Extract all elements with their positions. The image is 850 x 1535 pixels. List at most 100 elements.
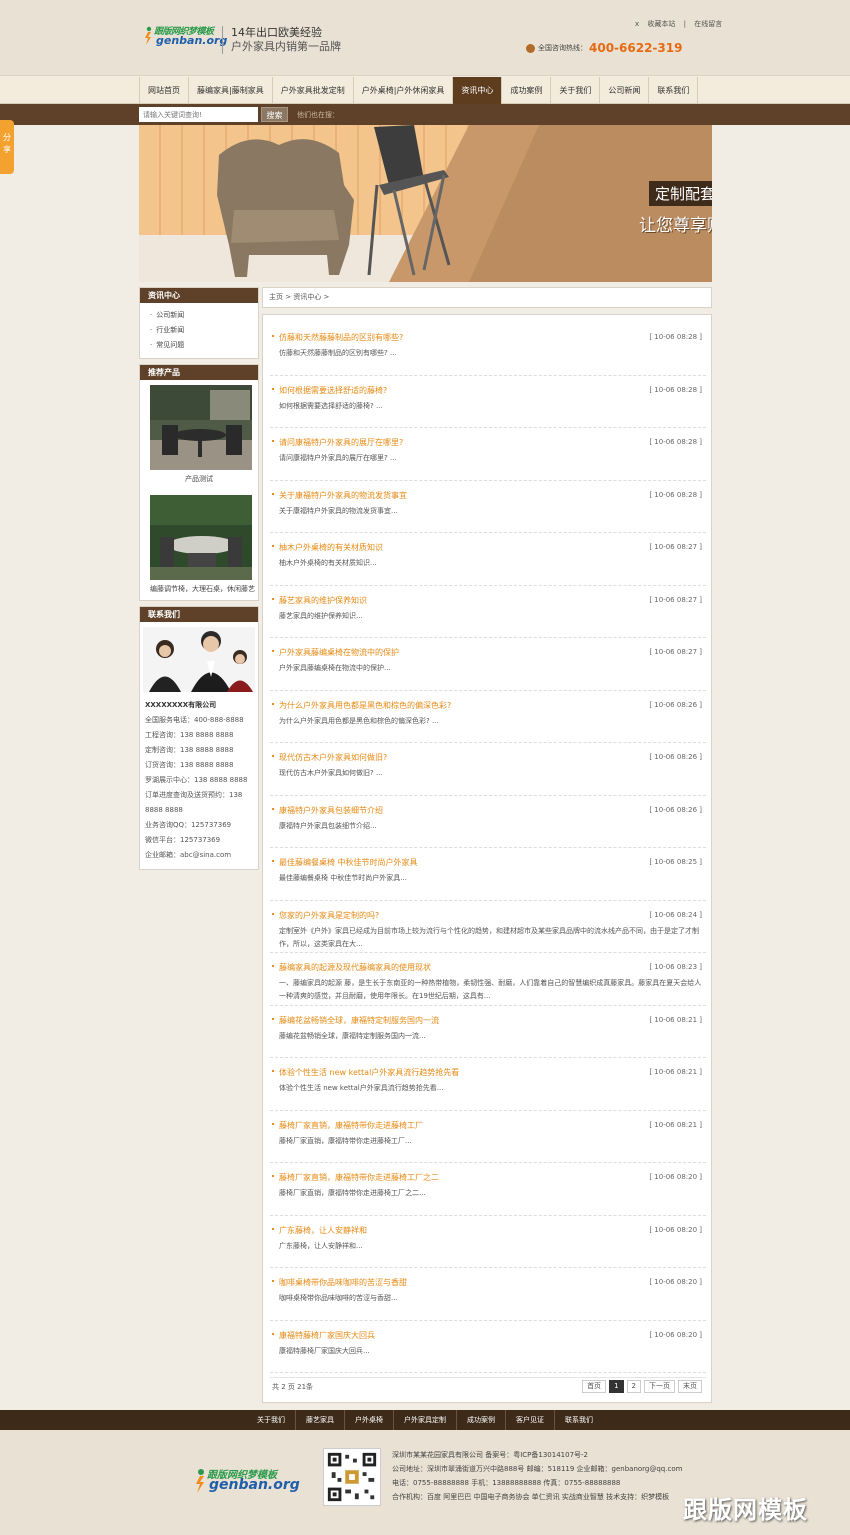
search-button[interactable]: 搜索 <box>261 107 288 122</box>
footer-link-cases[interactable]: 成功案例 <box>457 1410 506 1430</box>
contact-line: 罗湖展示中心：138 8888 8888 <box>145 776 248 784</box>
share-tab[interactable]: 分享 <box>0 120 14 174</box>
nav-item-company-news[interactable]: 公司新闻 <box>600 77 650 104</box>
article-title-link[interactable]: 户外家具藤编桌椅在物流中的保护 <box>279 647 399 658</box>
article-summary: 藤编花盆畅销全球，康福特定制服务国内一流... <box>279 1031 426 1040</box>
article-title-link[interactable]: 藤椅厂家直销，康福特带你走进藤椅工厂之二 <box>279 1172 439 1183</box>
search-bar: 搜索 他们也在搜： <box>0 104 850 125</box>
article-title-link[interactable]: 仿藤和天然藤藤制品的区别有哪些? <box>279 332 403 343</box>
sidebar-item-faq[interactable]: 常见问题 <box>150 338 258 353</box>
bullet-icon <box>272 387 274 390</box>
bullet-icon <box>272 1122 274 1125</box>
article-date: [ 10-06 08:26 ] <box>649 700 702 709</box>
sidebar-item-industry-news[interactable]: 行业新闻 <box>150 323 258 338</box>
bullet-icon <box>272 755 274 757</box>
footer-link-about[interactable]: 关于我们 <box>247 1410 296 1430</box>
article-date: [ 10-06 08:26 ] <box>649 805 702 814</box>
page-button-1[interactable]: 1 <box>609 1380 624 1393</box>
first-page-button[interactable]: 首页 <box>582 1380 607 1393</box>
last-page-button[interactable]: 末页 <box>678 1380 702 1393</box>
bullet-icon <box>272 1227 274 1230</box>
bullet-icon <box>272 1175 274 1177</box>
bullet-icon <box>272 1280 274 1282</box>
article-title-link[interactable]: 广东藤椅，让人安静祥和 <box>279 1225 367 1236</box>
list-item: 体验个性生活 new kettal户外家具流行趋势抢先看 [ 10-06 08:2… <box>270 1058 706 1111</box>
footer-link-contact[interactable]: 联系我们 <box>555 1410 603 1430</box>
article-summary: 广东藤椅，让人安静祥和... <box>279 1241 363 1250</box>
article-title-link[interactable]: 最佳藤编餐桌椅 中秋佳节时尚户外家具 <box>279 857 418 868</box>
site-logo[interactable]: 跟版网织梦模板 genban.org <box>142 24 227 48</box>
footer-logo[interactable]: 跟版网织梦模板 genban.org <box>193 1466 300 1496</box>
article-title-link[interactable]: 如何根据需要选择舒适的藤椅? <box>279 385 387 396</box>
watermark: 跟版网模板 <box>683 1496 808 1524</box>
search-input[interactable] <box>139 107 258 122</box>
article-title-link[interactable]: 康福特户外家具包装细节介绍 <box>279 805 383 816</box>
logo-figure-icon <box>145 26 152 45</box>
article-title-link[interactable]: 您家的户外家具是定制的吗? <box>279 910 379 921</box>
footer-link-custom[interactable]: 户外家具定制 <box>394 1410 457 1430</box>
article-summary: 现代仿古木户外家具如何做旧? ... <box>279 769 383 777</box>
article-title-link[interactable]: 柚木户外桌椅的有关材质知识 <box>279 542 383 553</box>
footer-nav: 关于我们 藤艺家具 户外桌椅 户外家具定制 成功案例 客户见证 联系我们 <box>0 1410 850 1430</box>
footer-link-rattan[interactable]: 藤艺家具 <box>296 1410 345 1430</box>
article-title-link[interactable]: 藤椅厂家直销，康福特带你走进藤椅工厂 <box>279 1120 423 1131</box>
article-summary: 康福特户外家具包装细节介绍... <box>279 821 377 830</box>
article-summary: 体验个性生活 new kettal户外家具流行趋势抢先看... <box>279 1084 444 1092</box>
logo-text-en: genban.org <box>156 34 228 47</box>
product-caption[interactable]: 编藤调节椅，大理石桌，休闲藤艺 <box>150 582 255 596</box>
article-title-link[interactable]: 关于康福特户外家具的物流发货事宜 <box>279 490 407 501</box>
product-image[interactable] <box>150 495 252 580</box>
sidebar: 资讯中心 公司新闻 行业新闻 常见问题 推荐产品 产品测试 <box>139 287 259 875</box>
bookmark-link[interactable]: 收藏本站 <box>647 20 675 28</box>
nav-item-about[interactable]: 关于我们 <box>551 77 601 104</box>
article-title-link[interactable]: 藤艺家具的维护保养知识 <box>279 595 367 606</box>
list-item: 仿藤和天然藤藤制品的区别有哪些? [ 10-06 08:28 ] 仿藤和天然藤藤制品… <box>270 323 706 376</box>
phone-icon <box>526 43 535 53</box>
banner-subline: 让您尊享贴心服务！ <box>639 216 712 236</box>
close-icon[interactable]: x <box>635 20 639 28</box>
page-button-2[interactable]: 2 <box>626 1380 641 1393</box>
nav-item-home[interactable]: 网站首页 <box>139 77 189 104</box>
article-title-link[interactable]: 咖啡桌椅带你品味咖啡的苦涩与香甜 <box>279 1277 407 1288</box>
nav-item-contact[interactable]: 联系我们 <box>649 77 699 104</box>
guestbook-link[interactable]: 在线留言 <box>694 20 722 28</box>
article-date: [ 10-06 08:28 ] <box>649 438 702 446</box>
contact-info: XXXXXXXX有限公司 全国服务电话：400-888-8888 工程咨询：13… <box>140 698 258 869</box>
customer-service-image <box>143 627 255 692</box>
footer-link-testimonials[interactable]: 客户见证 <box>506 1410 555 1430</box>
article-title-link[interactable]: 请问康福特户外家具的展厅在哪里? <box>279 437 403 448</box>
list-item: 如何根据需要选择舒适的藤椅? [ 10-06 08:28 ] 如何根据需要选择舒适的… <box>270 376 706 428</box>
article-title-link[interactable]: 体验个性生活 new kettal户外家具流行趋势抢先看 <box>279 1067 459 1078</box>
product-caption[interactable]: 产品测试 <box>150 472 248 486</box>
footer-link-outdoor-tables[interactable]: 户外桌椅 <box>345 1410 394 1430</box>
nav-item-cases[interactable]: 成功案例 <box>502 77 552 104</box>
nav-item-outdoor-tables[interactable]: 户外桌椅|户外休闲家具 <box>354 77 454 104</box>
list-item: 藤编花盆畅销全球，康福特定制服务国内一流 [ 10-06 08:21 ] 藤编花盆畅… <box>270 1006 706 1058</box>
article-title-link[interactable]: 藤编花盆畅销全球，康福特定制服务国内一流 <box>279 1015 439 1026</box>
breadcrumb[interactable]: 主页 > 资讯中心 > <box>262 287 712 308</box>
nav-item-outdoor-wholesale[interactable]: 户外家具批发定制 <box>273 77 354 104</box>
article-title-link[interactable]: 藤编家具的起源及现代藤编家具的使用现状 <box>279 962 431 973</box>
main-nav: 网站首页 藤编家具|藤制家具 户外家具批发定制 户外桌椅|户外休闲家具 资讯中心… <box>0 77 850 104</box>
product-image[interactable] <box>150 385 252 470</box>
nav-item-rattan-furniture[interactable]: 藤编家具|藤制家具 <box>189 77 273 104</box>
product-card[interactable]: 产品测试 <box>140 380 258 486</box>
list-item: 广东藤椅，让人安静祥和 [ 10-06 08:20 ] 广东藤椅，让人安静祥和... <box>270 1216 706 1268</box>
next-page-button[interactable]: 下一页 <box>644 1380 675 1393</box>
product-card[interactable]: 编藤调节椅，大理石桌，休闲藤艺 <box>140 490 258 596</box>
article-summary: 柚木户外桌椅的有关材质知识... <box>279 559 377 567</box>
sidebar-item-company-news[interactable]: 公司新闻 <box>150 308 258 323</box>
article-title-link[interactable]: 康福特藤椅厂家国庆大回兵 <box>279 1330 375 1341</box>
article-title-link[interactable]: 为什么户外家具用色都是黑色和棕色的偏深色彩? <box>279 700 451 711</box>
company-name: XXXXXXXX有限公司 <box>145 701 217 709</box>
bullet-icon <box>272 650 274 652</box>
list-item: 咖啡桌椅带你品味咖啡的苦涩与香甜 [ 10-06 08:20 ] 咖啡桌椅带你品味咖… <box>270 1268 706 1321</box>
list-item: 藤艺家具的维护保养知识 [ 10-06 08:27 ] 藤艺家具的维护保养知识... <box>270 586 706 638</box>
recommended-products-title: 推荐产品 <box>140 365 258 380</box>
list-item: 藤编家具的起源及现代藤编家具的使用现状 [ 10-06 08:23 ] 一、藤编家具… <box>270 953 706 1006</box>
contact-line: 定制咨询：138 8888 8888 <box>145 746 234 754</box>
qr-code-icon <box>323 1448 381 1506</box>
article-summary: 最佳藤编餐桌椅 中秋佳节时尚户外家具... <box>279 874 407 882</box>
nav-item-news-center[interactable]: 资讯中心 <box>453 77 503 104</box>
article-title-link[interactable]: 现代仿古木户外家具如何做旧? <box>279 752 387 763</box>
